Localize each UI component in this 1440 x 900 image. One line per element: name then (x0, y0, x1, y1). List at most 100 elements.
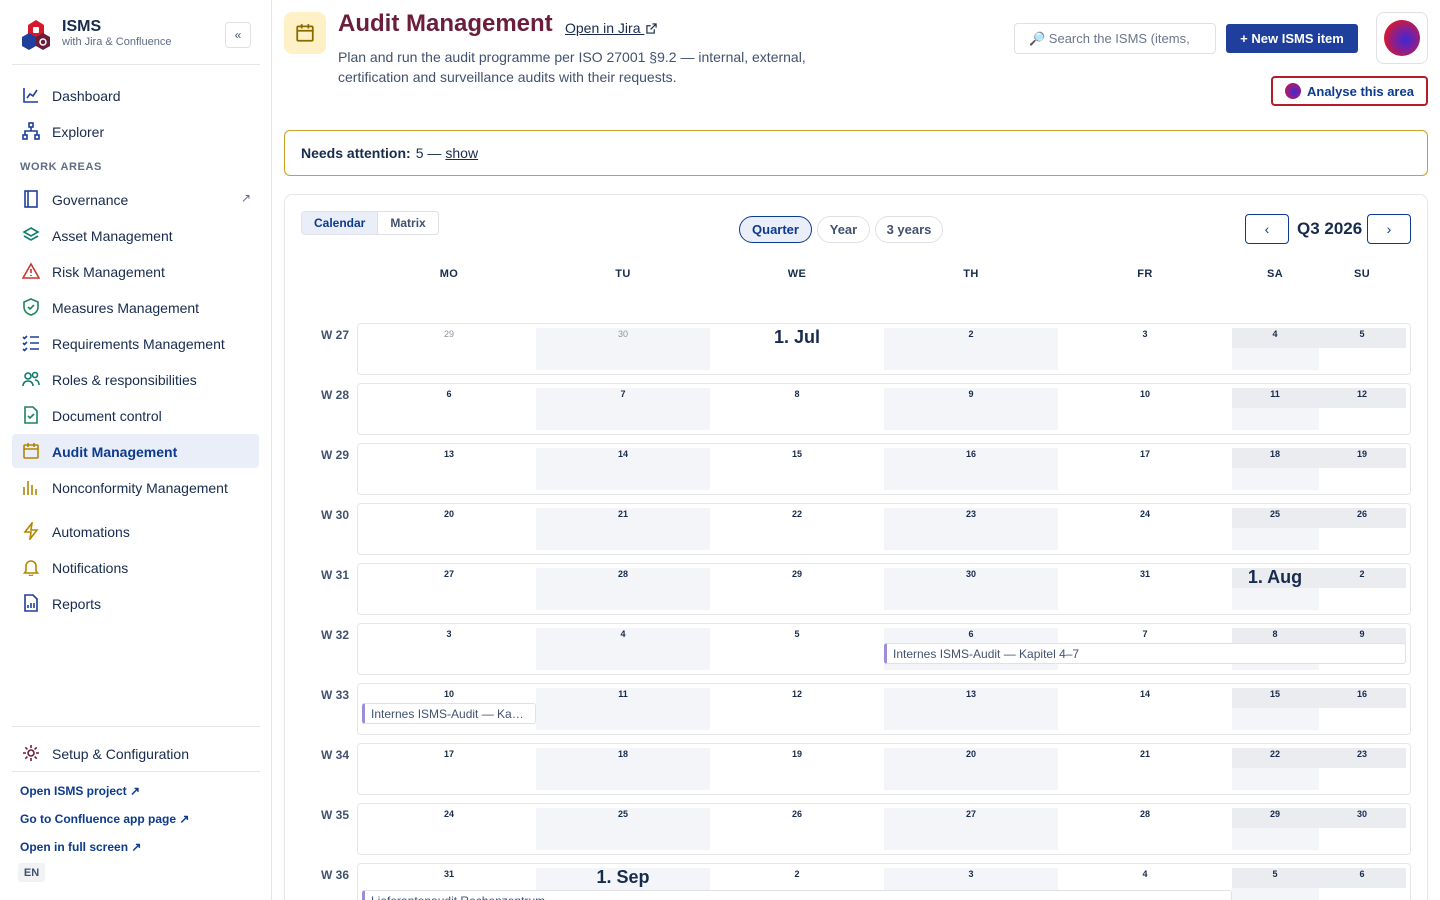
full-screen-link[interactable]: Open in full screen ↗ (20, 840, 141, 854)
day-number[interactable]: 20 (444, 509, 454, 519)
day-number[interactable]: 2 (1359, 569, 1364, 579)
day-number[interactable]: 30 (618, 329, 628, 339)
day-number[interactable]: 14 (1140, 689, 1150, 699)
day-number[interactable]: 19 (1357, 449, 1367, 459)
day-number[interactable]: 16 (1357, 689, 1367, 699)
sidebar-item-governance[interactable]: Governance ↗ (12, 182, 259, 216)
day-number[interactable]: 22 (1270, 749, 1280, 759)
day-number[interactable]: 21 (1140, 749, 1150, 759)
confluence-app-page-link[interactable]: Go to Confluence app page ↗ (20, 812, 189, 826)
day-number[interactable]: 8 (1272, 629, 1277, 639)
day-number[interactable]: 21 (618, 509, 628, 519)
day-number[interactable]: 29 (792, 569, 802, 579)
search-input[interactable] (1014, 23, 1216, 54)
day-number[interactable]: 10 (444, 689, 454, 699)
previous-period-button[interactable]: ‹ (1245, 214, 1289, 244)
range-3-years-button[interactable]: 3 years (875, 216, 943, 243)
day-number[interactable]: 6 (1359, 869, 1364, 879)
day-number[interactable]: 22 (792, 509, 802, 519)
avatar-button[interactable] (1376, 12, 1428, 64)
day-number[interactable]: 25 (1270, 509, 1280, 519)
day-number[interactable]: 6 (968, 629, 973, 639)
day-number[interactable]: 9 (968, 389, 973, 399)
day-number[interactable]: 9 (1359, 629, 1364, 639)
month-start-label[interactable]: 1. Jul (774, 327, 820, 348)
day-number[interactable]: 8 (794, 389, 799, 399)
day-number[interactable]: 30 (1357, 809, 1367, 819)
sidebar-item-explorer[interactable]: Explorer (12, 114, 259, 148)
day-number[interactable]: 4 (1272, 329, 1277, 339)
day-number[interactable]: 7 (620, 389, 625, 399)
tab-matrix[interactable]: Matrix (378, 212, 437, 234)
day-number[interactable]: 5 (1359, 329, 1364, 339)
sidebar-item-risk-management[interactable]: Risk Management (12, 254, 259, 288)
sidebar-item-asset-management[interactable]: Asset Management (12, 218, 259, 252)
day-number[interactable]: 7 (1142, 629, 1147, 639)
range-quarter-button[interactable]: Quarter (739, 216, 812, 243)
day-number[interactable]: 15 (1270, 689, 1280, 699)
sidebar-item-reports[interactable]: Reports (12, 586, 259, 620)
tab-calendar[interactable]: Calendar (302, 212, 379, 234)
open-in-jira-link[interactable]: Open in Jira (565, 20, 658, 36)
day-number[interactable]: 29 (1270, 809, 1280, 819)
sidebar-item-automations[interactable]: Automations (12, 514, 259, 548)
day-number[interactable]: 3 (446, 629, 451, 639)
day-number[interactable]: 4 (1142, 869, 1147, 879)
sidebar-item-measures-management[interactable]: Measures Management (12, 290, 259, 324)
sidebar-item-document-control[interactable]: Document control (12, 398, 259, 432)
day-number[interactable]: 19 (792, 749, 802, 759)
day-number[interactable]: 4 (620, 629, 625, 639)
brand[interactable]: ISMS with Jira & Confluence (20, 16, 252, 56)
next-period-button[interactable]: › (1367, 214, 1411, 244)
day-number[interactable]: 13 (444, 449, 454, 459)
month-start-label[interactable]: 1. Sep (596, 867, 649, 888)
day-number[interactable]: 27 (444, 569, 454, 579)
day-number[interactable]: 18 (618, 749, 628, 759)
day-number[interactable]: 6 (446, 389, 451, 399)
day-number[interactable]: 29 (444, 329, 454, 339)
day-number[interactable]: 12 (792, 689, 802, 699)
day-number[interactable]: 11 (618, 689, 628, 699)
day-number[interactable]: 10 (1140, 389, 1150, 399)
sidebar-item-setup-configuration[interactable]: Setup & Configuration (12, 736, 259, 770)
day-number[interactable]: 2 (968, 329, 973, 339)
analyse-area-button[interactable]: Analyse this area (1271, 76, 1428, 106)
audit-event[interactable]: Lieferantenaudit Rechenzentrum (362, 890, 1232, 900)
open-isms-project-link[interactable]: Open ISMS project ↗ (20, 784, 140, 798)
day-number[interactable]: 26 (1357, 509, 1367, 519)
day-number[interactable]: 2 (794, 869, 799, 879)
day-number[interactable]: 14 (618, 449, 628, 459)
day-number[interactable]: 3 (968, 869, 973, 879)
sidebar-item-notifications[interactable]: Notifications (12, 550, 259, 584)
day-number[interactable]: 17 (1140, 449, 1150, 459)
sidebar-item-audit-management[interactable]: Audit Management (12, 434, 259, 468)
audit-event[interactable]: Internes ISMS-Audit — Ka… (362, 703, 536, 724)
day-number[interactable]: 26 (792, 809, 802, 819)
day-number[interactable]: 27 (966, 809, 976, 819)
collapse-sidebar-button[interactable]: « (225, 22, 251, 48)
day-number[interactable]: 12 (1357, 389, 1367, 399)
audit-event[interactable]: Internes ISMS-Audit — Kapitel 4–7 (884, 643, 1406, 664)
day-number[interactable]: 15 (792, 449, 802, 459)
sidebar-item-requirements-management[interactable]: Requirements Management (12, 326, 259, 360)
day-number[interactable]: 20 (966, 749, 976, 759)
day-number[interactable]: 28 (1140, 809, 1150, 819)
day-number[interactable]: 17 (444, 749, 454, 759)
sidebar-item-roles-responsibilities[interactable]: Roles & responsibilities (12, 362, 259, 396)
day-number[interactable]: 31 (1140, 569, 1150, 579)
day-number[interactable]: 23 (966, 509, 976, 519)
day-number[interactable]: 5 (1272, 869, 1277, 879)
sidebar-item-nonconformity-management[interactable]: Nonconformity Management (12, 470, 259, 504)
day-number[interactable]: 3 (1142, 329, 1147, 339)
month-start-label[interactable]: 1. Aug (1248, 567, 1302, 588)
day-number[interactable]: 30 (966, 569, 976, 579)
language-switch[interactable]: EN (18, 863, 45, 882)
range-year-button[interactable]: Year (817, 216, 870, 243)
day-number[interactable]: 23 (1357, 749, 1367, 759)
day-number[interactable]: 24 (444, 809, 454, 819)
new-isms-item-button[interactable]: + New ISMS item (1226, 24, 1358, 53)
day-number[interactable]: 16 (966, 449, 976, 459)
day-number[interactable]: 13 (966, 689, 976, 699)
day-number[interactable]: 25 (618, 809, 628, 819)
day-number[interactable]: 11 (1270, 389, 1280, 399)
